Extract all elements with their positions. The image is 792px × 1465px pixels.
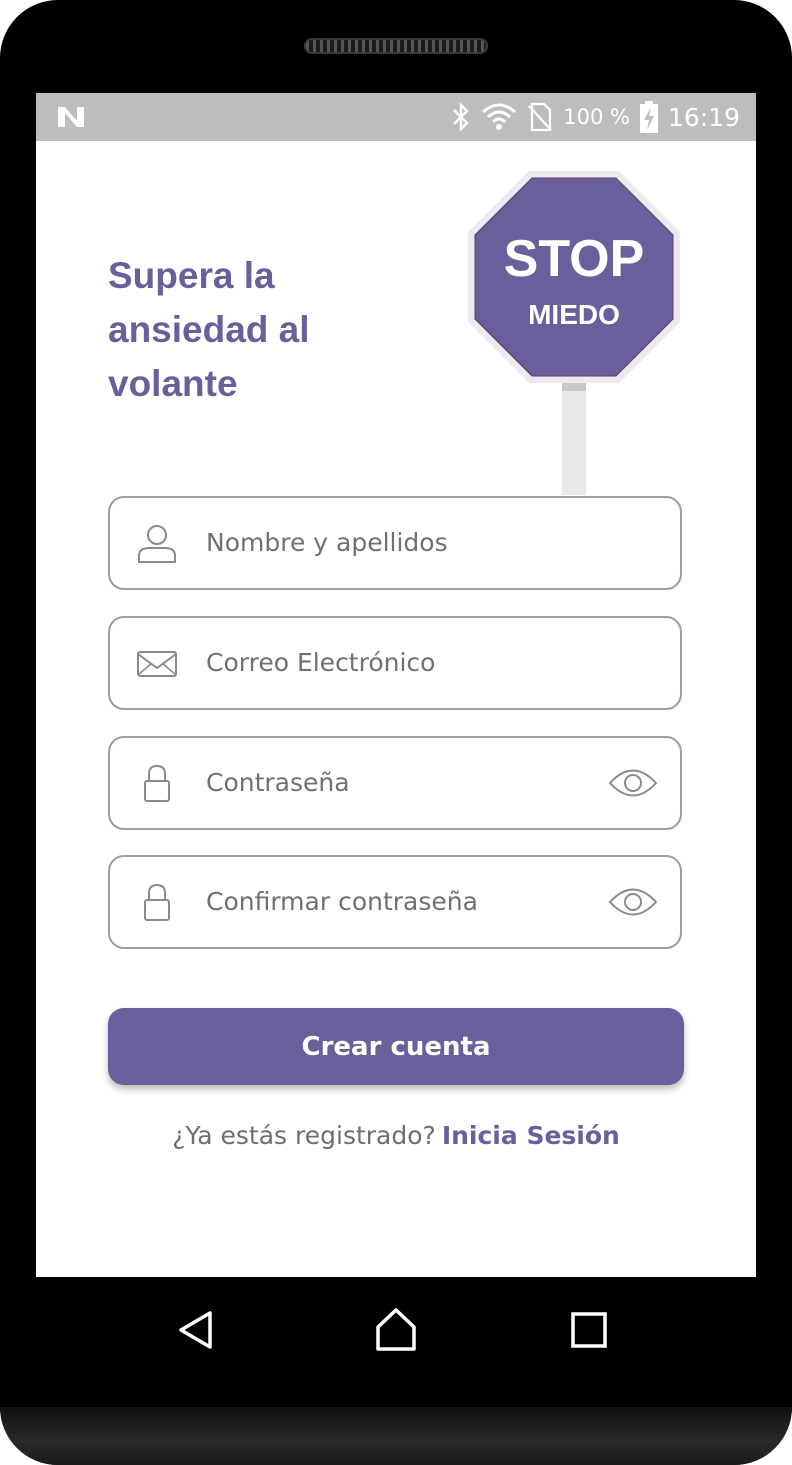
no-sim-icon (528, 102, 553, 132)
confirm-password-placeholder: Confirmar contraseña (206, 887, 478, 916)
email-placeholder: Correo Electrónico (206, 648, 436, 677)
status-bar: 100 % 16:19 (36, 93, 756, 141)
user-icon (138, 525, 176, 563)
app-screen: 100 % 16:19 Supera la ansiedad al volant… (36, 93, 756, 1277)
stop-sign-illustration: STOP MIEDO (468, 171, 680, 495)
n-logo-icon (58, 107, 84, 127)
bluetooth-icon (453, 102, 469, 132)
eye-icon[interactable] (608, 766, 658, 800)
name-placeholder: Nombre y apellidos (206, 528, 448, 557)
clock: 16:19 (667, 102, 740, 132)
speaker-grille (304, 38, 488, 54)
battery-charging-icon (639, 101, 658, 133)
password-placeholder: Contraseña (206, 768, 350, 797)
battery-percent: 100 % (563, 105, 630, 129)
lock-icon (144, 764, 170, 802)
login-link[interactable]: Inicia Sesión (442, 1121, 620, 1150)
login-prompt: ¿Ya estás registrado? Inicia Sesión (36, 1121, 756, 1150)
device-frame: 100 % 16:19 Supera la ansiedad al volant… (0, 0, 792, 1465)
home-icon[interactable] (371, 1305, 421, 1355)
stop-sign-line1: STOP (504, 230, 645, 288)
name-field[interactable]: Nombre y apellidos (108, 496, 682, 590)
recents-icon[interactable] (564, 1305, 614, 1355)
navigation-bar (36, 1277, 756, 1387)
email-field[interactable]: Correo Electrónico (108, 616, 682, 710)
device-chin (0, 1407, 792, 1465)
password-field[interactable]: Contraseña (108, 736, 682, 830)
lock-icon (144, 883, 170, 921)
confirm-password-field[interactable]: Confirmar contraseña (108, 855, 682, 949)
create-account-button[interactable]: Crear cuenta (108, 1008, 684, 1085)
stop-sign-line2: MIEDO (528, 299, 620, 330)
already-registered-text: ¿Ya estás registrado? (172, 1121, 436, 1150)
eye-icon[interactable] (608, 885, 658, 919)
envelope-icon (137, 651, 177, 677)
page-title: Supera la ansiedad al volante (108, 255, 310, 404)
wifi-icon (482, 103, 517, 130)
back-icon[interactable] (172, 1305, 222, 1355)
